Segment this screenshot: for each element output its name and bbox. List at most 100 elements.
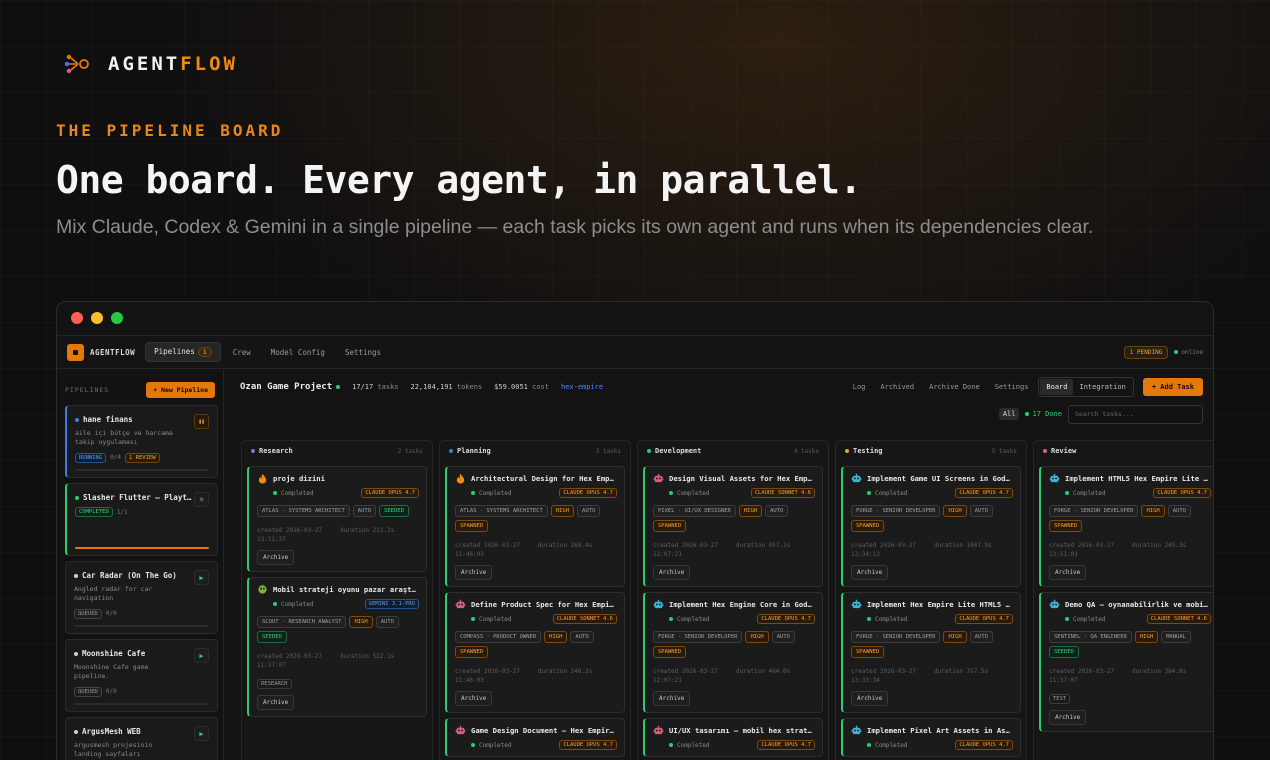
task-tag: SEEDED: [1049, 646, 1079, 658]
filter-done-chip[interactable]: 17 Done: [1025, 410, 1062, 418]
cost-value: $59.0051: [494, 382, 528, 391]
board-view-tab[interactable]: Board: [1040, 378, 1074, 395]
pipeline-card[interactable]: Moonshine Cafe Moonshine Cafe game pipeli…: [65, 639, 218, 712]
nav-crew[interactable]: Crew: [225, 344, 259, 361]
column-task-count: 5 tasks: [991, 447, 1017, 455]
close-window-icon[interactable]: [71, 312, 83, 324]
task-card[interactable]: Demo QA — oynanabilirlik ve mobil… Comple…: [1039, 592, 1213, 732]
task-card[interactable]: proje dizini Completed CLAUDE OPUS 4.7 ATLA…: [247, 466, 427, 572]
task-card[interactable]: Design Visual Assets for Hex Empi… Comple…: [643, 466, 823, 587]
task-title: UI/UX tasarımı — mobil hex strate…: [669, 726, 815, 735]
task-meta: created 2026-03-27 13:51:01 duration 245.…: [1049, 541, 1211, 559]
task-tag: AUTO: [765, 505, 789, 517]
tokens-value: 22,104,191: [410, 382, 453, 391]
task-card[interactable]: Architectural Design for Hex Empire… Comp…: [445, 466, 625, 587]
task-tag: SPAWNED: [1049, 520, 1083, 532]
pipeline-name-text: ArgusMesh WEB: [82, 727, 141, 736]
maximize-window-icon[interactable]: [111, 312, 123, 324]
play-icon[interactable]: ▶: [194, 648, 209, 663]
hero-eyebrow: THE PIPELINE BOARD: [56, 121, 284, 140]
column-color-dot: [845, 449, 849, 453]
task-card[interactable]: Implement Hex Empire Lite HTML5 … Complet…: [841, 592, 1021, 713]
project-settings-link[interactable]: Settings: [995, 383, 1029, 391]
pipeline-card[interactable]: hane finans aile içi bütçe ve harcama tak…: [65, 405, 218, 478]
minimize-window-icon[interactable]: [91, 312, 103, 324]
task-title: Demo QA — oynanabilirlik ve mobil…: [1065, 600, 1211, 609]
play-icon[interactable]: ▶: [194, 570, 209, 585]
task-tag: SPAWNED: [851, 520, 885, 532]
pending-badge[interactable]: 1 PENDING: [1123, 345, 1169, 359]
archive-button[interactable]: Archive: [257, 550, 295, 565]
add-task-button[interactable]: + Add Task: [1142, 377, 1203, 396]
app-window: AGENTFLOW Pipelines 1 Crew Model Config S…: [56, 301, 1214, 760]
pipeline-status-badge: RUNNING: [75, 452, 107, 463]
brand[interactable]: AGENTFLOW: [64, 53, 238, 75]
archived-link[interactable]: Archived: [880, 383, 914, 391]
task-tag: HIGH: [550, 505, 575, 517]
task-card[interactable]: Implement Hex Engine Core in Godo… Comple…: [643, 592, 823, 713]
task-tags: SENTINEL · QA ENGINEER HIGH MANUAL SEEDED: [1049, 631, 1211, 658]
pipeline-card[interactable]: ArgusMesh WEB argusmesh projesinin landin…: [65, 717, 218, 760]
pipeline-status-badge: COMPLETED: [75, 507, 113, 517]
column-task-count: 2 tasks: [397, 447, 423, 455]
task-status: Completed: [867, 742, 908, 749]
task-tag: HIGH: [745, 631, 769, 643]
archive-done-link[interactable]: Archive Done: [929, 383, 980, 391]
nav-model-config[interactable]: Model Config: [263, 344, 333, 361]
archive-button[interactable]: Archive: [1049, 710, 1087, 725]
play-icon[interactable]: ▶: [194, 726, 209, 741]
task-duration: duration 1007.9s: [934, 542, 992, 549]
model-badge: CLAUDE SONNET 4.6: [552, 614, 617, 624]
task-duration: duration 268.4s: [538, 542, 593, 549]
app-logo-icon: [67, 343, 84, 361]
new-pipeline-button[interactable]: + New Pipeline: [146, 381, 215, 398]
pipeline-status-badge: QUEUED: [74, 608, 102, 619]
robot-red-agent-icon: [653, 725, 664, 735]
task-status-row: Completed CLAUDE OPUS 4.7: [653, 614, 815, 624]
pipeline-card[interactable]: Slasher Flutter — Playt… COMPLETED 1/1 ■: [65, 483, 218, 556]
task-card[interactable]: Implement Pixel Art Assets in Ass… Comple…: [841, 718, 1021, 757]
archive-button[interactable]: Archive: [851, 691, 889, 706]
task-card[interactable]: Implement HTML5 Hex Empire Lite ga… Compl…: [1039, 466, 1213, 587]
search-tasks-input[interactable]: [1068, 404, 1203, 424]
task-card[interactable]: Implement Game UI Screens in God… Complet…: [841, 466, 1021, 587]
task-status: Completed: [1065, 616, 1106, 623]
task-tag: AUTO: [969, 505, 993, 517]
filter-all-chip[interactable]: All: [998, 408, 1020, 420]
model-badge: CLAUDE OPUS 4.7: [757, 614, 815, 624]
pipelines-sidebar: PIPELINES + New Pipeline hane finans aile…: [57, 370, 224, 760]
task-status: Completed: [867, 616, 908, 623]
integration-view-tab[interactable]: Integration: [1073, 379, 1131, 395]
task-card[interactable]: Game Design Document — Hex Empire… Comple…: [445, 718, 625, 757]
task-card-header: UI/UX tasarımı — mobil hex strate…: [653, 725, 815, 736]
model-badge: CLAUDE OPUS 4.7: [361, 488, 419, 498]
task-tag: SEEDED: [379, 505, 409, 517]
task-title: Game Design Document — Hex Empire…: [471, 726, 617, 735]
archive-button[interactable]: Archive: [257, 695, 295, 710]
archive-button[interactable]: Archive: [653, 565, 691, 580]
task-card[interactable]: Mobil strateji oyunu pazar araştı… Comple…: [247, 577, 427, 717]
pipeline-description: argusmesh projesinin landing sayfaları: [74, 741, 153, 759]
task-card[interactable]: UI/UX tasarımı — mobil hex strate… Comple…: [643, 718, 823, 757]
task-tags: FORGE · SENIOR DEVELOPER HIGH AUTO SPAWNED: [851, 631, 1013, 658]
archive-button[interactable]: Archive: [455, 691, 493, 706]
task-tag: HIGH: [738, 505, 763, 517]
nav-settings[interactable]: Settings: [337, 344, 389, 361]
archive-button[interactable]: Archive: [455, 565, 493, 580]
project-tag[interactable]: hex-empire: [561, 383, 603, 391]
task-card[interactable]: Define Product Spec for Hex Empire… Compl…: [445, 592, 625, 713]
archive-button[interactable]: Archive: [1049, 565, 1087, 580]
pipeline-card[interactable]: Car Radar (On The Go) Angled radar for ca…: [65, 561, 218, 634]
filter-bar: All 17 Done: [225, 403, 1213, 425]
log-link[interactable]: Log: [853, 383, 866, 391]
model-badge: CLAUDE SONNET 4.6: [1146, 614, 1211, 624]
task-duration: duration 757.5s: [934, 668, 989, 675]
brand-name-accent: FLOW: [180, 53, 238, 75]
task-tag: COMPASS · PRODUCT OWNER: [455, 631, 542, 643]
robot-teal-agent-icon: [851, 473, 862, 483]
nav-pipelines[interactable]: Pipelines 1: [145, 342, 221, 362]
archive-button[interactable]: Archive: [653, 691, 691, 706]
pause-icon[interactable]: ❚❚: [194, 414, 209, 429]
archive-button[interactable]: Archive: [851, 565, 889, 580]
stop-icon[interactable]: ■: [194, 492, 209, 507]
